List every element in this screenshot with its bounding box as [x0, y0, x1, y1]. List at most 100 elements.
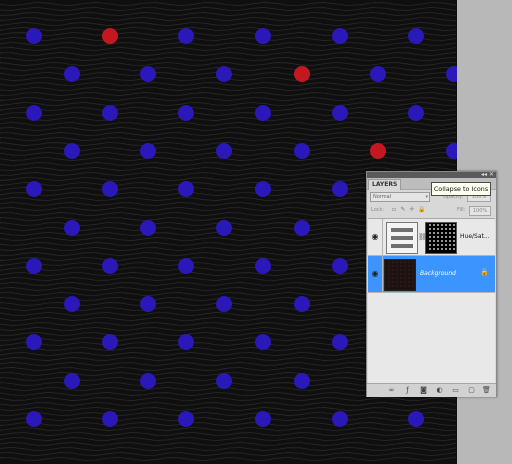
blue-dot: [294, 220, 310, 236]
texture-line: [0, 121, 457, 126]
texture-line: [0, 402, 457, 407]
layers-panel: ◂◂ ✕ LAYERS Normal ▾ Opacity: 100% Lock:…: [366, 171, 497, 397]
red-dot: [294, 66, 310, 82]
blue-dot: [216, 66, 232, 82]
texture-line: [0, 21, 457, 26]
blue-dot: [216, 220, 232, 236]
new-layer-icon[interactable]: ▢: [467, 386, 476, 395]
blend-mode-select[interactable]: Normal ▾: [370, 192, 430, 202]
texture-line: [0, 6, 457, 11]
blue-dot: [178, 334, 194, 350]
blue-dot: [370, 66, 386, 82]
texture-line: [0, 162, 457, 167]
texture-line: [0, 437, 457, 442]
blue-dot: [408, 105, 424, 121]
texture-line: [0, 16, 457, 21]
texture-line: [0, 36, 457, 41]
group-folder-icon[interactable]: ▭: [451, 386, 460, 395]
texture-line: [0, 82, 457, 87]
visibility-toggle[interactable]: ◉: [368, 219, 383, 255]
adjustment-layer-icon[interactable]: ◐: [435, 386, 444, 395]
mask-thumbnail[interactable]: [425, 222, 457, 254]
blue-dot: [178, 181, 194, 197]
blue-dot: [140, 373, 156, 389]
tab-layers[interactable]: LAYERS: [368, 179, 402, 190]
blue-dot: [294, 373, 310, 389]
texture-line: [0, 136, 457, 141]
layer-thumbnail: [384, 259, 416, 291]
panel-footer: ∞ ƒ ◙ ◐ ▭ ▢ 🗑: [367, 383, 496, 397]
blue-dot: [216, 143, 232, 159]
lock-pixels-icon[interactable]: ✎: [400, 207, 406, 213]
blend-mode-value: Normal: [373, 194, 392, 200]
layer-style-icon[interactable]: ƒ: [403, 386, 412, 395]
blue-dot: [332, 28, 348, 44]
blue-dot: [255, 105, 271, 121]
blue-dot: [446, 143, 457, 159]
texture-line: [0, 412, 457, 417]
blue-dot: [255, 334, 271, 350]
blue-dot: [216, 373, 232, 389]
blue-dot: [64, 373, 80, 389]
blue-dot: [26, 28, 42, 44]
red-dot: [370, 143, 386, 159]
link-icon[interactable]: ⛓: [418, 232, 427, 242]
blue-dot: [26, 105, 42, 121]
layer-list: ◉ ⛓ Hue/Sat... ◉ Background 🔒: [368, 218, 495, 385]
lock-position-icon[interactable]: ✛: [409, 207, 415, 213]
blue-dot: [255, 411, 271, 427]
blue-dot: [64, 296, 80, 312]
eye-icon: ◉: [371, 269, 379, 278]
blue-dot: [140, 143, 156, 159]
add-mask-icon[interactable]: ◙: [419, 386, 428, 395]
texture-line: [0, 432, 457, 437]
visibility-toggle[interactable]: ◉: [368, 256, 383, 292]
texture-line: [0, 427, 457, 432]
blue-dot: [332, 105, 348, 121]
texture-line: [0, 96, 457, 102]
fill-field[interactable]: 100%: [469, 206, 491, 216]
trash-icon[interactable]: 🗑: [482, 386, 491, 395]
texture-line: [0, 91, 457, 97]
layer-row-hue-saturation[interactable]: ◉ ⛓ Hue/Sat...: [368, 219, 495, 256]
texture-line: [0, 442, 457, 447]
blue-dot: [332, 411, 348, 427]
lock-all-icon[interactable]: 🔒: [418, 207, 425, 213]
texture-line: [0, 106, 457, 111]
texture-line: [0, 52, 457, 57]
blue-dot: [446, 66, 457, 82]
lock-transparency-icon[interactable]: ▫: [391, 207, 397, 213]
texture-line: [0, 26, 457, 31]
blue-dot: [178, 105, 194, 121]
blue-dot: [102, 334, 118, 350]
lock-label: Lock:: [371, 207, 385, 213]
red-dot: [102, 28, 118, 44]
layer-row-background[interactable]: ◉ Background 🔒: [368, 256, 495, 293]
layer-name: Hue/Sat...: [460, 233, 490, 240]
texture-line: [0, 41, 457, 47]
blue-dot: [102, 258, 118, 274]
adjustment-thumbnail: [386, 222, 418, 254]
link-layers-icon[interactable]: ∞: [387, 386, 396, 395]
blue-dot: [332, 181, 348, 197]
layer-name: Background: [420, 270, 456, 277]
blue-dot: [408, 28, 424, 44]
texture-line: [0, 11, 457, 16]
blue-dot: [178, 258, 194, 274]
texture-line: [0, 62, 457, 67]
blue-dot: [26, 334, 42, 350]
eye-icon: ◉: [371, 232, 379, 241]
texture-line: [0, 456, 457, 461]
texture-line: [0, 446, 457, 452]
blue-dot: [26, 258, 42, 274]
texture-line: [0, 111, 457, 116]
blue-dot: [332, 334, 348, 350]
texture-line: [0, 101, 457, 107]
blue-dot: [255, 28, 271, 44]
lock-icon: 🔒: [480, 268, 489, 276]
texture-line: [0, 422, 457, 427]
blue-dot: [64, 143, 80, 159]
texture-line: [0, 131, 457, 136]
texture-line: [0, 31, 457, 36]
texture-line: [0, 407, 457, 412]
